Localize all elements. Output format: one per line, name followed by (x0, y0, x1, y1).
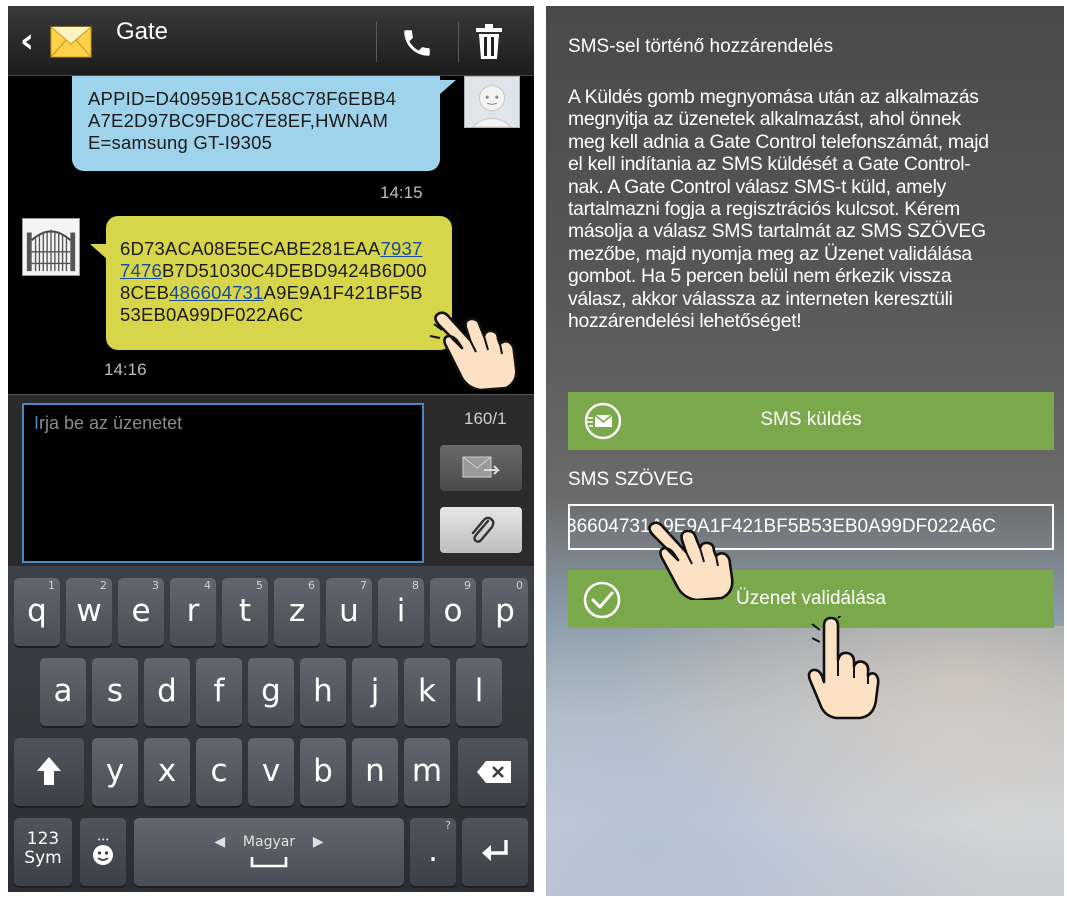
send-button[interactable] (440, 445, 522, 491)
backspace-key[interactable] (458, 738, 528, 806)
paperclip-icon (471, 516, 495, 543)
gate-avatar (22, 218, 80, 276)
key-u[interactable]: 7u (326, 578, 372, 646)
message-line: APPID=D40959B1CA58C78F6EBB4 (88, 88, 397, 109)
my-avatar (464, 76, 520, 128)
enter-key[interactable] (462, 818, 528, 886)
sms-text-label: SMS SZÖVEG (568, 469, 694, 490)
enter-icon (482, 840, 508, 861)
key-v[interactable]: v (248, 738, 294, 806)
emoji-key[interactable]: ••• (80, 818, 126, 886)
key-s[interactable]: s (92, 658, 138, 726)
tap-hand-icon (429, 311, 518, 390)
tap-hand-icon (648, 521, 734, 600)
key-k[interactable]: k (404, 658, 450, 726)
key-h[interactable]: h (300, 658, 346, 726)
language-label: Magyar (242, 834, 296, 850)
lang-right-arrow: ▶ (295, 834, 324, 850)
key-j[interactable]: j (352, 658, 398, 726)
contact-envelope-icon (50, 26, 92, 58)
key-a[interactable]: a (40, 658, 86, 726)
key-b[interactable]: b (300, 738, 346, 806)
validate-label: Üzenet validálása (736, 588, 886, 609)
key-x[interactable]: x (144, 738, 190, 806)
key-n[interactable]: n (352, 738, 398, 806)
phone-call-icon[interactable] (400, 26, 434, 60)
message-line: 7476B7D51030C4DEBD9424B6D00 (120, 260, 427, 281)
phone-number-link[interactable]: 7937 (380, 238, 422, 259)
space-key[interactable]: ◀ Magyar ▶ (134, 818, 404, 886)
space-bar-icon (250, 857, 288, 868)
contact-name: Gate (116, 18, 169, 45)
message-line: 6D73ACA08E5ECABE281EAA7937 (120, 238, 423, 259)
lang-left-arrow: ◀ (214, 834, 243, 850)
instructions-text: A Küldés gomb megnyomása után az alkalma… (568, 86, 989, 333)
key-i[interactable]: 8i (378, 578, 424, 646)
key-w[interactable]: 2w (66, 578, 112, 646)
shift-key[interactable] (14, 738, 84, 806)
key-d[interactable]: d (144, 658, 190, 726)
app-screen: SMS-sel történő hozzárendelés A Küldés g… (546, 6, 1064, 896)
send-envelope-icon (462, 456, 500, 478)
key-q[interactable]: 1q (14, 578, 60, 646)
message-line: A7E2D97BC9FD8C7E8EF,HWNAM (88, 110, 389, 131)
key-y[interactable]: y (92, 738, 138, 806)
compose-area: Irja be az üzenetet 160/1 (8, 394, 534, 566)
key-t[interactable]: 5t (222, 578, 268, 646)
sms-send-button[interactable]: SMS küldés (568, 392, 1054, 450)
message-timestamp: 14:16 (104, 360, 147, 379)
shift-arrow-icon (37, 757, 61, 785)
key-p[interactable]: 0p (482, 578, 528, 646)
key-f[interactable]: f (196, 658, 242, 726)
key-e[interactable]: 3e (118, 578, 164, 646)
conversation-thread: APPID=D40959B1CA58C78F6EBB4 A7E2D97BC9FD… (8, 76, 534, 394)
smiley-icon: ••• (93, 836, 113, 865)
sms-text-input[interactable]: 36604731A9E9A1F421BF5B53EB0A99DF022A6C (568, 504, 1054, 550)
key-o[interactable]: 9o (430, 578, 476, 646)
message-input[interactable]: Irja be az üzenetet (22, 403, 424, 563)
key-r[interactable]: 4r (170, 578, 216, 646)
message-line: 53EB0A99DF022A6C (120, 304, 304, 325)
key-m[interactable]: m (404, 738, 450, 806)
divider (458, 22, 459, 62)
backspace-icon (477, 761, 511, 783)
sms-send-label: SMS küldés (760, 409, 862, 430)
key-g[interactable]: g (248, 658, 294, 726)
key-l[interactable]: l (456, 658, 502, 726)
soft-keyboard: 1q 2w 3e 4r 5t 6z 7u 8i 9o 0p a s d f g … (8, 566, 534, 892)
key-z[interactable]: 6z (274, 578, 320, 646)
pointing-hand-icon (807, 616, 880, 720)
key-c[interactable]: c (196, 738, 242, 806)
phone-number-link[interactable]: 7476 (120, 260, 162, 281)
period-key[interactable]: ?. (410, 818, 456, 886)
divider (376, 22, 377, 62)
character-counter: 160/1 (464, 409, 507, 428)
message-line: E=samsung GT-I9305 (88, 132, 273, 153)
svg-text:•••: ••• (97, 836, 109, 844)
back-icon[interactable]: ‹ (20, 21, 34, 61)
symbols-key[interactable]: 123 Sym (14, 818, 72, 886)
messaging-screen: ‹ Gate APPID=D40959B1CA58C78F6EBB4 A7E2D… (8, 6, 534, 892)
incoming-message-bubble[interactable]: 6D73ACA08E5ECABE281EAA7937 7476B7D51030C… (106, 216, 452, 350)
conversation-header: ‹ Gate (8, 6, 534, 76)
bubble-tail (440, 80, 456, 94)
delete-icon[interactable] (474, 24, 504, 60)
message-line: 8CEB486604731A9E9A1F421BF5B (120, 282, 423, 303)
message-timestamp: 14:15 (380, 183, 423, 202)
page-title: SMS-sel történő hozzárendelés (568, 36, 834, 57)
attach-button[interactable] (440, 507, 522, 553)
phone-number-link[interactable]: 486604731 (169, 282, 263, 303)
outgoing-message-bubble[interactable]: APPID=D40959B1CA58C78F6EBB4 A7E2D97BC9FD… (72, 76, 440, 171)
